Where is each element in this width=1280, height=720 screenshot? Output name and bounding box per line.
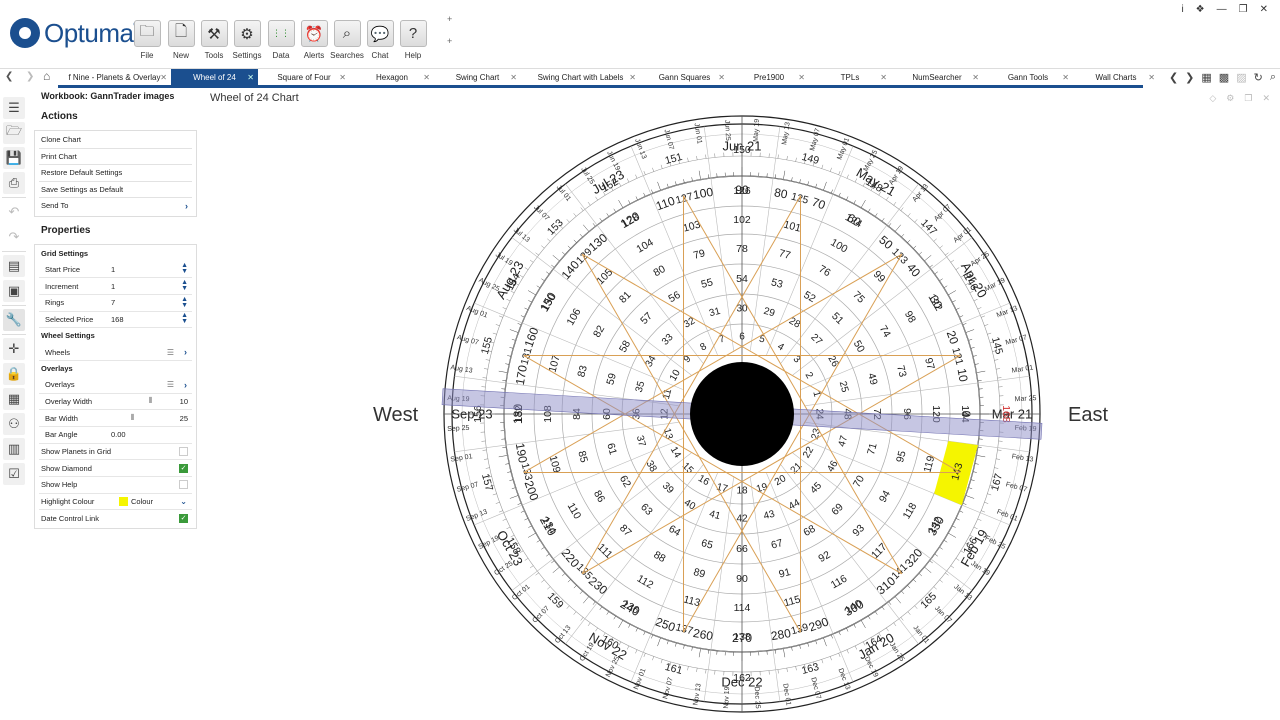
date-label: Mar 25 [1015,395,1037,403]
date-label: Sep 25 [447,425,470,433]
wheel-number: 156 [472,405,484,423]
wheel-number: 114 [734,602,751,614]
selected-price-number: 168 [1000,405,1012,423]
wheel-number: 138 [733,631,751,643]
wheel-number: 90 [736,573,748,585]
wheel-number: 66 [736,543,748,555]
wheel-number: 78 [736,243,748,255]
date-label: Nov 19 [723,686,731,709]
degree-label: 80 [773,185,789,201]
wheel-number: 6 [739,332,745,343]
date-label: Dec 25 [753,686,761,709]
wheel-number: 18 [736,486,748,497]
wheel-of-24-chart[interactable]: 0102030405060708090100110120130140150160… [0,0,1280,720]
wheel-number: 102 [733,214,751,226]
wheel-number: 162 [733,672,751,684]
wheel-number: 150 [733,144,751,156]
center-disc [690,362,794,466]
degree-label: 10 [955,367,971,383]
wheel-number: 126 [733,185,751,197]
wheel-number: 54 [736,273,748,285]
